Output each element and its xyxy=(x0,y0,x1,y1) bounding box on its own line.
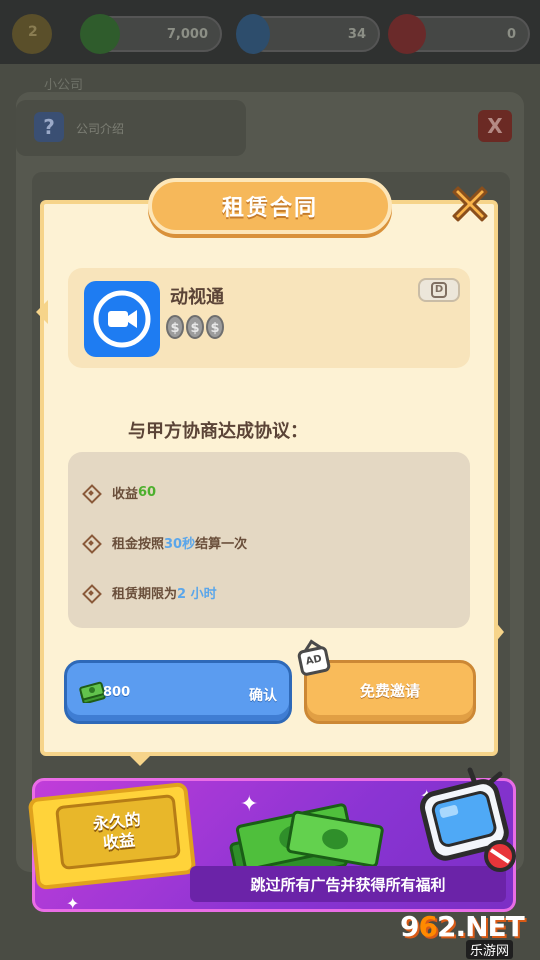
svg-text:$: $ xyxy=(210,321,219,336)
office-label: 小公司 xyxy=(44,78,84,93)
sparkle-icon: ✦ xyxy=(66,894,80,913)
dialog-title-tab: 租赁合同 xyxy=(148,178,392,234)
svg-text:$: $ xyxy=(170,321,179,336)
dialog-notch xyxy=(36,300,48,324)
free-invite-button[interactable]: 免费邀请 xyxy=(304,660,476,724)
term-label: 租金按照 xyxy=(112,537,165,552)
company-intro-label: 公司介绍 xyxy=(76,122,125,136)
confirm-label: 确认 xyxy=(249,688,277,704)
diamond-bullet-icon xyxy=(84,486,98,500)
diamond-bullet-icon xyxy=(84,536,98,550)
tv-icon xyxy=(420,767,516,872)
app-name: 动视通 xyxy=(170,287,224,308)
confirm-cost: 800 xyxy=(103,685,131,700)
video-camera-icon xyxy=(84,281,160,357)
dialog-notch xyxy=(494,620,504,644)
watermark-logo: 962.NET 乐游网 xyxy=(400,910,536,959)
dialog-notch xyxy=(128,754,152,766)
grade-badge-label: D xyxy=(431,282,447,298)
rating-coins: $ $ $ xyxy=(166,315,224,339)
term-settlement: 租金按照 30秒 结算一次 xyxy=(84,533,247,552)
term-value: 60 xyxy=(138,485,157,500)
ticket-line-2: 收益 xyxy=(102,830,136,853)
coin-icon: $ xyxy=(166,315,184,339)
grade-badge: D xyxy=(418,278,460,302)
ticket-line-1: 永久的 xyxy=(92,809,142,834)
energy-value: 34 xyxy=(347,26,366,42)
confirm-button[interactable]: 800 确认 xyxy=(64,660,292,724)
gem-value: 0 xyxy=(506,26,516,42)
level-value: 2 xyxy=(28,24,38,40)
term-label: 收益 xyxy=(112,487,139,502)
term-value: 30秒 xyxy=(164,537,196,552)
background-close-icon[interactable]: X xyxy=(478,110,512,142)
cash-value: 7,000 xyxy=(166,26,208,42)
agreement-heading: 与甲方协商达成协议： xyxy=(128,421,308,442)
top-hud: 2 7,000 34 0 xyxy=(0,0,540,64)
close-icon[interactable] xyxy=(446,180,494,228)
coin-icon: $ xyxy=(206,315,224,339)
energy-icon xyxy=(236,14,270,54)
term-value: 2 小时 xyxy=(177,587,217,602)
gem-icon xyxy=(388,14,426,54)
coin-icon: $ xyxy=(186,315,204,339)
watermark-sub: 乐游网 xyxy=(466,940,514,959)
help-icon[interactable]: ? xyxy=(34,112,64,142)
cash-hud-icon xyxy=(80,14,120,54)
term-duration: 租赁期限为 2 小时 xyxy=(84,583,217,602)
term-label: 租赁期限为 xyxy=(112,587,178,602)
svg-text:$: $ xyxy=(190,321,199,336)
sparkle-icon: ✦ xyxy=(240,792,259,817)
term-income: 收益 60 xyxy=(84,483,156,502)
watermark-main: 962.NET xyxy=(400,910,525,943)
diamond-bullet-icon xyxy=(84,586,98,600)
term-suffix: 结算一次 xyxy=(195,537,248,552)
invite-label: 免费邀请 xyxy=(359,681,420,700)
ticket-label: 永久的 收益 xyxy=(54,793,182,871)
dialog-title: 租赁合同 xyxy=(221,196,318,221)
